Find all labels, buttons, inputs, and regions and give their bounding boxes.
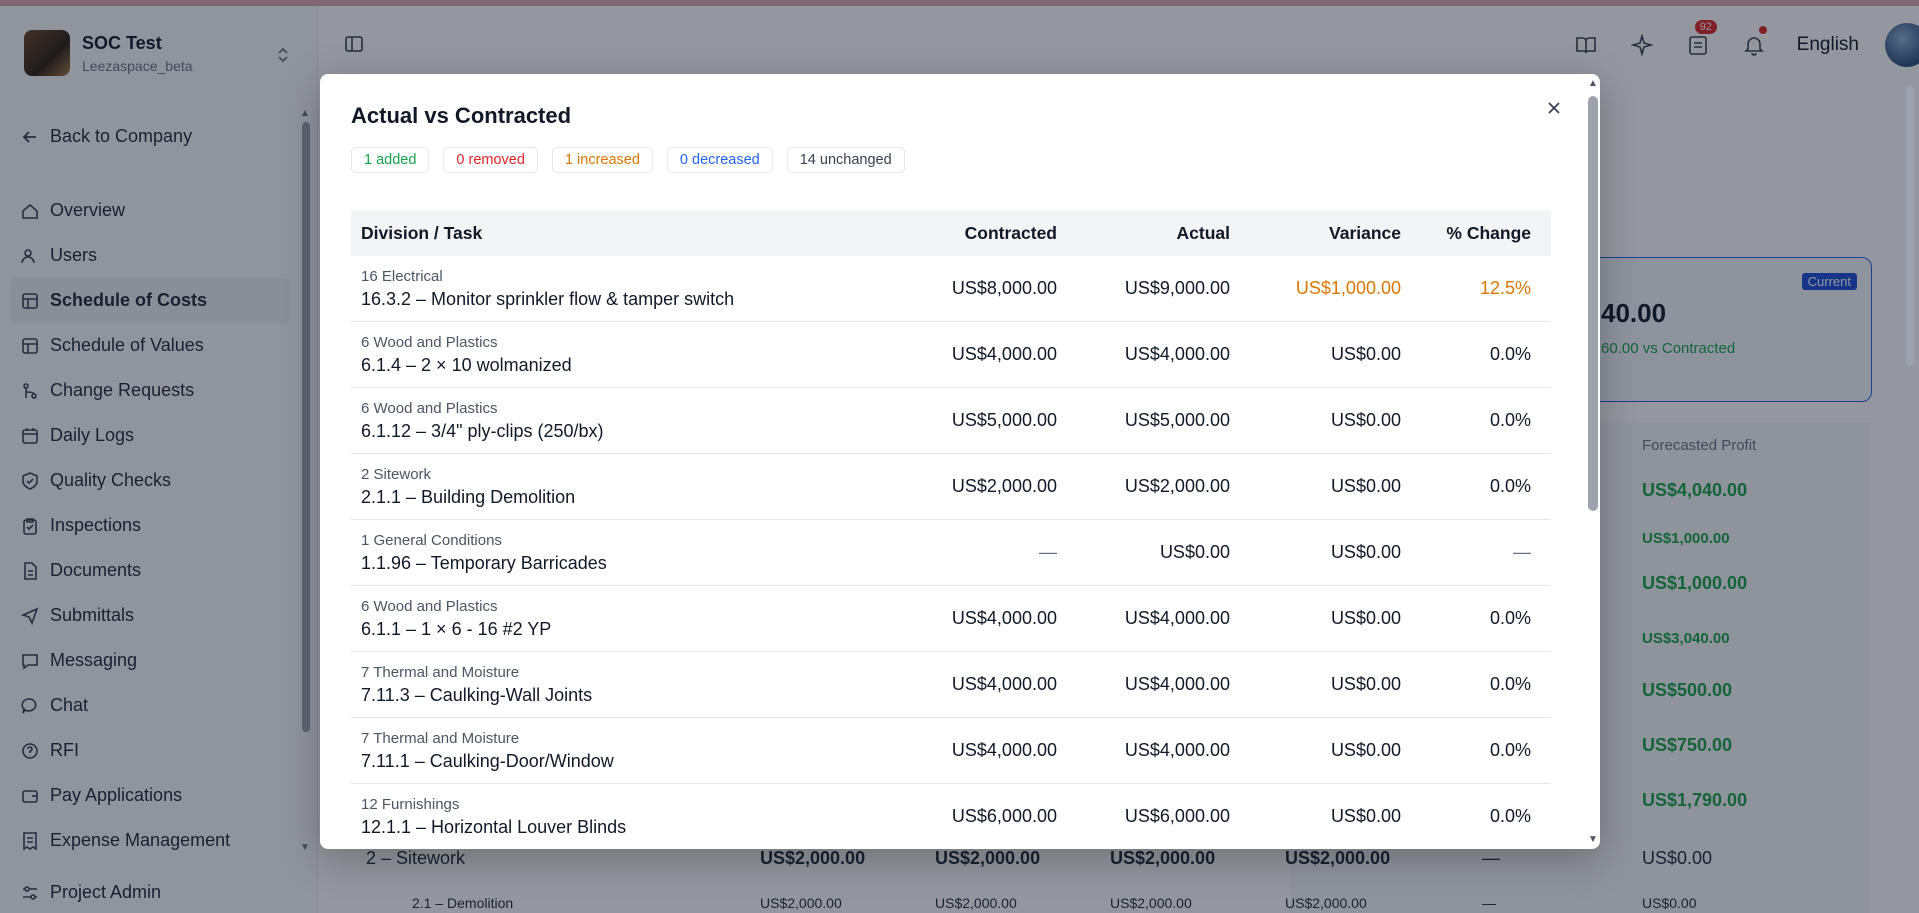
actual-value: US$6,000.00 (1124, 806, 1230, 826)
division-name: 7 Thermal and Moisture (361, 663, 520, 681)
variance-value: US$0.00 (1330, 806, 1401, 826)
percent-change-value: 0.0% (1489, 476, 1531, 496)
percent-change-value: 0.0% (1489, 740, 1531, 760)
table-row[interactable]: 7 Thermal and Moisture 7.11.1 – Caulking-… (351, 718, 1551, 784)
contracted-value: US$4,000.00 (951, 344, 1057, 364)
table-row[interactable]: 6 Wood and Plastics 6.1.12 – 3/4" ply-cli… (351, 388, 1551, 454)
task-cell: 16 Electrical 16.3.2 – Monitor sprinkler … (351, 268, 911, 310)
change-summary: 1 added 0 removed 1 increased 0 decrease… (351, 147, 919, 173)
unchanged-count-badge: 14 unchanged (786, 147, 905, 173)
variance-value: US$0.00 (1330, 344, 1401, 364)
division-name: 6 Wood and Plastics (361, 333, 498, 351)
dialog-title: Actual vs Contracted (351, 103, 572, 128)
column-header-variance: Variance (1329, 222, 1401, 243)
page-scrollbar[interactable] (1905, 70, 1915, 910)
table-body: 16 Electrical 16.3.2 – Monitor sprinkler … (351, 256, 1551, 849)
table-row[interactable]: 2 Sitework 2.1.1 – Building Demolition US$… (351, 454, 1551, 520)
division-name: 7 Thermal and Moisture (361, 729, 520, 747)
contracted-value: US$5,000.00 (951, 410, 1057, 430)
division-name: 1 General Conditions (361, 531, 502, 549)
percent-change-value: 0.0% (1489, 344, 1531, 364)
table-row[interactable]: 7 Thermal and Moisture 7.11.3 – Caulking-… (351, 652, 1551, 718)
scroll-down-icon[interactable]: ▼ (1588, 834, 1598, 845)
variance-value: US$0.00 (1330, 740, 1401, 760)
variance-value: US$0.00 (1330, 542, 1401, 562)
task-cell: 6 Wood and Plastics 6.1.1 – 1 × 6 - 16 #2… (351, 598, 911, 640)
added-count-badge: 1 added (351, 147, 430, 173)
actual-value: US$4,000.00 (1124, 608, 1230, 628)
task-cell: 12 Furnishings 12.1.1 – Horizontal Louver… (351, 796, 911, 838)
actual-vs-contracted-dialog: Actual vs Contracted 1 added 0 removed 1… (320, 74, 1600, 849)
task-name: 16.3.2 – Monitor sprinkler flow & tamper… (361, 288, 735, 309)
variance-value: US$0.00 (1330, 410, 1401, 430)
removed-count-badge: 0 removed (443, 147, 538, 173)
table-row[interactable]: 12 Furnishings 12.1.1 – Horizontal Louver… (351, 784, 1551, 849)
scroll-up-icon[interactable]: ▲ (1588, 78, 1598, 89)
division-name: 6 Wood and Plastics (361, 597, 498, 615)
task-name: 2.1.1 – Building Demolition (361, 486, 576, 507)
task-name: 7.11.3 – Caulking-Wall Joints (361, 684, 593, 705)
actual-value: US$4,000.00 (1124, 740, 1230, 760)
column-header-change: % Change (1446, 222, 1531, 243)
table-row[interactable]: 1 General Conditions 1.1.96 – Temporary B… (351, 520, 1551, 586)
close-icon[interactable] (1540, 94, 1568, 122)
task-name: 1.1.96 – Temporary Barricades (361, 552, 607, 573)
contracted-value: US$4,000.00 (951, 608, 1057, 628)
column-header-task: Division / Task (361, 222, 483, 243)
task-cell: 1 General Conditions 1.1.96 – Temporary B… (351, 532, 911, 574)
variance-value: US$1,000.00 (1295, 278, 1401, 298)
contracted-value: US$8,000.00 (951, 278, 1057, 298)
contracted-value: US$6,000.00 (951, 806, 1057, 826)
task-name: 6.1.12 – 3/4" ply-clips (250/bx) (361, 420, 604, 441)
division-name: 6 Wood and Plastics (361, 399, 498, 417)
actual-value: US$9,000.00 (1124, 278, 1230, 298)
decreased-count-badge: 0 decreased (666, 147, 773, 173)
contracted-value: US$4,000.00 (951, 740, 1057, 760)
actual-value: US$2,000.00 (1124, 476, 1230, 496)
division-name: 12 Furnishings (361, 795, 460, 813)
task-name: 6.1.4 – 2 × 10 wolmanized (361, 354, 572, 375)
increased-count-badge: 1 increased (551, 147, 653, 173)
task-name: 12.1.1 – Horizontal Louver Blinds (361, 816, 627, 837)
percent-change-value: 0.0% (1489, 410, 1531, 430)
column-header-actual: Actual (1176, 222, 1230, 243)
dialog-scrollbar[interactable]: ▲ ▼ (1584, 74, 1600, 849)
variance-value: US$0.00 (1330, 608, 1401, 628)
table-row[interactable]: 16 Electrical 16.3.2 – Monitor sprinkler … (351, 256, 1551, 322)
table-row[interactable]: 6 Wood and Plastics 6.1.4 – 2 × 10 wolman… (351, 322, 1551, 388)
percent-change-value: 0.0% (1489, 806, 1531, 826)
division-name: 16 Electrical (361, 267, 443, 285)
table-header: Division / Task Contracted Actual Varian… (351, 210, 1551, 256)
task-name: 6.1.1 – 1 × 6 - 16 #2 YP (361, 618, 552, 639)
task-cell: 7 Thermal and Moisture 7.11.3 – Caulking-… (351, 664, 911, 706)
variance-value: US$0.00 (1330, 476, 1401, 496)
percent-change-value: 12.5% (1479, 278, 1531, 298)
column-header-contracted: Contracted (964, 222, 1057, 243)
actual-value: US$4,000.00 (1124, 674, 1230, 694)
dialog-scrollbar-thumb[interactable] (1588, 96, 1598, 511)
task-cell: 2 Sitework 2.1.1 – Building Demolition (351, 466, 911, 508)
task-cell: 7 Thermal and Moisture 7.11.1 – Caulking-… (351, 730, 911, 772)
task-cell: 6 Wood and Plastics 6.1.4 – 2 × 10 wolman… (351, 334, 911, 376)
actual-value: US$4,000.00 (1124, 344, 1230, 364)
division-name: 2 Sitework (361, 465, 432, 483)
percent-change-value: 0.0% (1489, 674, 1531, 694)
actual-value: US$5,000.00 (1124, 410, 1230, 430)
percent-change-value: 0.0% (1489, 608, 1531, 628)
percent-change-value: — (1513, 542, 1531, 562)
contracted-value: US$4,000.00 (951, 674, 1057, 694)
table-row[interactable]: 6 Wood and Plastics 6.1.1 – 1 × 6 - 16 #2… (351, 586, 1551, 652)
contracted-value: — (1039, 542, 1057, 562)
comparison-table: Division / Task Contracted Actual Varian… (351, 210, 1551, 849)
contracted-value: US$2,000.00 (951, 476, 1057, 496)
task-cell: 6 Wood and Plastics 6.1.12 – 3/4" ply-cli… (351, 400, 911, 442)
task-name: 7.11.1 – Caulking-Door/Window (361, 750, 614, 771)
variance-value: US$0.00 (1330, 674, 1401, 694)
actual-value: US$0.00 (1159, 542, 1230, 562)
